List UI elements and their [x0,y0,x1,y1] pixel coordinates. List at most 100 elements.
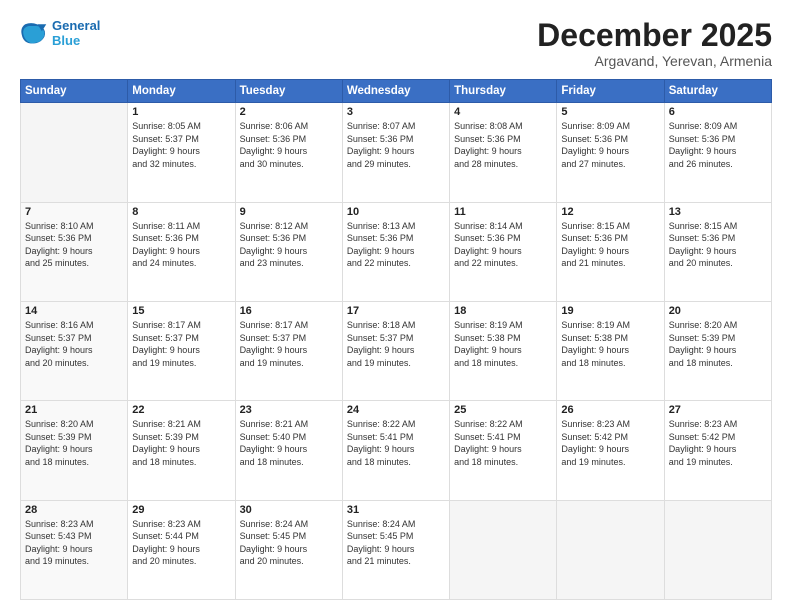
day-number: 22 [132,404,230,416]
table-row: 14Sunrise: 8:16 AMSunset: 5:37 PMDayligh… [21,301,128,400]
day-info: Sunrise: 8:19 AMSunset: 5:38 PMDaylight:… [561,319,659,369]
col-tuesday: Tuesday [235,80,342,103]
day-number: 8 [132,206,230,218]
table-row: 7 Sunrise: 8:10 AMSunset: 5:36 PMDaylight… [21,202,128,301]
day-info: Sunrise: 8:23 AMSunset: 5:44 PMDaylight:… [132,518,230,568]
table-row: 19 Sunrise: 8:19 AMSunset: 5:38 PMDayligh… [557,301,664,400]
table-row: 31 Sunrise: 8:24 AMSunset: 5:45 PMDayligh… [342,500,449,599]
day-info: Sunrise: 8:22 AMSunset: 5:41 PMDaylight:… [347,418,445,468]
day-info: Sunrise: 8:08 AMSunset: 5:36 PMDaylight:… [454,120,552,170]
day-number: 4 [454,106,552,118]
logo: General Blue [20,18,100,48]
day-number: 23 [240,404,338,416]
logo-icon [20,19,48,47]
table-row: 2 Sunrise: 8:06 AMSunset: 5:36 PMDaylight… [235,103,342,202]
table-row: 24 Sunrise: 8:22 AMSunset: 5:41 PMDayligh… [342,401,449,500]
day-number: 5 [561,106,659,118]
calendar-row: 14Sunrise: 8:16 AMSunset: 5:37 PMDayligh… [21,301,772,400]
day-number: 6 [669,106,767,118]
table-row: 4 Sunrise: 8:08 AMSunset: 5:36 PMDaylight… [450,103,557,202]
day-number: 11 [454,206,552,218]
table-row: 1Sunrise: 8:05 AMSunset: 5:37 PMDaylight… [128,103,235,202]
table-row: 18 Sunrise: 8:19 AMSunset: 5:38 PMDayligh… [450,301,557,400]
page: General Blue December 2025 Argavand, Yer… [0,0,792,612]
calendar-row: 7 Sunrise: 8:10 AMSunset: 5:36 PMDaylight… [21,202,772,301]
table-row: 26 Sunrise: 8:23 AMSunset: 5:42 PMDayligh… [557,401,664,500]
location: Argavand, Yerevan, Armenia [537,53,772,69]
day-number: 25 [454,404,552,416]
day-info: Sunrise: 8:05 AMSunset: 5:37 PMDaylight:… [132,120,230,170]
col-monday: Monday [128,80,235,103]
col-thursday: Thursday [450,80,557,103]
table-row [21,103,128,202]
day-number: 24 [347,404,445,416]
calendar: Sunday Monday Tuesday Wednesday Thursday… [20,79,772,600]
day-info: Sunrise: 8:10 AMSunset: 5:36 PMDaylight:… [25,220,123,270]
col-sunday: Sunday [21,80,128,103]
day-info: Sunrise: 8:23 AMSunset: 5:42 PMDaylight:… [561,418,659,468]
day-number: 19 [561,305,659,317]
day-number: 7 [25,206,123,218]
col-friday: Friday [557,80,664,103]
day-number: 10 [347,206,445,218]
day-number: 2 [240,106,338,118]
day-info: Sunrise: 8:19 AMSunset: 5:38 PMDaylight:… [454,319,552,369]
table-row: 28 Sunrise: 8:23 AMSunset: 5:43 PMDayligh… [21,500,128,599]
table-row: 27Sunrise: 8:23 AMSunset: 5:42 PMDayligh… [664,401,771,500]
table-row: 12Sunrise: 8:15 AMSunset: 5:36 PMDayligh… [557,202,664,301]
day-info: Sunrise: 8:06 AMSunset: 5:36 PMDaylight:… [240,120,338,170]
calendar-row: 28 Sunrise: 8:23 AMSunset: 5:43 PMDayligh… [21,500,772,599]
header: General Blue December 2025 Argavand, Yer… [20,18,772,69]
day-number: 20 [669,305,767,317]
day-number: 31 [347,504,445,516]
day-info: Sunrise: 8:20 AMSunset: 5:39 PMDaylight:… [25,418,123,468]
day-number: 9 [240,206,338,218]
table-row: 10 Sunrise: 8:13 AMSunset: 5:36 PMDayligh… [342,202,449,301]
month-title: December 2025 [537,18,772,53]
table-row: 8 Sunrise: 8:11 AMSunset: 5:36 PMDaylight… [128,202,235,301]
day-number: 13 [669,206,767,218]
table-row: 25 Sunrise: 8:22 AMSunset: 5:41 PMDayligh… [450,401,557,500]
table-row: 16Sunrise: 8:17 AMSunset: 5:37 PMDayligh… [235,301,342,400]
day-info: Sunrise: 8:14 AMSunset: 5:36 PMDaylight:… [454,220,552,270]
day-info: Sunrise: 8:16 AMSunset: 5:37 PMDaylight:… [25,319,123,369]
table-row: 13 Sunrise: 8:15 AMSunset: 5:36 PMDayligh… [664,202,771,301]
day-number: 15 [132,305,230,317]
day-info: Sunrise: 8:12 AMSunset: 5:36 PMDaylight:… [240,220,338,270]
day-info: Sunrise: 8:15 AMSunset: 5:36 PMDaylight:… [669,220,767,270]
day-number: 26 [561,404,659,416]
table-row: 3 Sunrise: 8:07 AMSunset: 5:36 PMDaylight… [342,103,449,202]
table-row: 17Sunrise: 8:18 AMSunset: 5:37 PMDayligh… [342,301,449,400]
day-info: Sunrise: 8:20 AMSunset: 5:39 PMDaylight:… [669,319,767,369]
day-info: Sunrise: 8:22 AMSunset: 5:41 PMDaylight:… [454,418,552,468]
table-row [664,500,771,599]
table-row: 9 Sunrise: 8:12 AMSunset: 5:36 PMDaylight… [235,202,342,301]
table-row [557,500,664,599]
day-info: Sunrise: 8:07 AMSunset: 5:36 PMDaylight:… [347,120,445,170]
day-info: Sunrise: 8:13 AMSunset: 5:36 PMDaylight:… [347,220,445,270]
calendar-row: 1Sunrise: 8:05 AMSunset: 5:37 PMDaylight… [21,103,772,202]
day-number: 12 [561,206,659,218]
table-row: 15 Sunrise: 8:17 AMSunset: 5:37 PMDayligh… [128,301,235,400]
day-number: 28 [25,504,123,516]
day-info: Sunrise: 8:17 AMSunset: 5:37 PMDaylight:… [132,319,230,369]
day-info: Sunrise: 8:24 AMSunset: 5:45 PMDaylight:… [347,518,445,568]
day-number: 3 [347,106,445,118]
day-info: Sunrise: 8:21 AMSunset: 5:39 PMDaylight:… [132,418,230,468]
day-info: Sunrise: 8:18 AMSunset: 5:37 PMDaylight:… [347,319,445,369]
day-info: Sunrise: 8:24 AMSunset: 5:45 PMDaylight:… [240,518,338,568]
day-info: Sunrise: 8:17 AMSunset: 5:37 PMDaylight:… [240,319,338,369]
table-row [450,500,557,599]
col-wednesday: Wednesday [342,80,449,103]
day-info: Sunrise: 8:09 AMSunset: 5:36 PMDaylight:… [669,120,767,170]
table-row: 30 Sunrise: 8:24 AMSunset: 5:45 PMDayligh… [235,500,342,599]
table-row: 20 Sunrise: 8:20 AMSunset: 5:39 PMDayligh… [664,301,771,400]
table-row: 23 Sunrise: 8:21 AMSunset: 5:40 PMDayligh… [235,401,342,500]
title-block: December 2025 Argavand, Yerevan, Armenia [537,18,772,69]
day-info: Sunrise: 8:23 AMSunset: 5:43 PMDaylight:… [25,518,123,568]
logo-text: General Blue [52,18,100,48]
day-number: 18 [454,305,552,317]
day-number: 30 [240,504,338,516]
day-info: Sunrise: 8:11 AMSunset: 5:36 PMDaylight:… [132,220,230,270]
day-info: Sunrise: 8:21 AMSunset: 5:40 PMDaylight:… [240,418,338,468]
